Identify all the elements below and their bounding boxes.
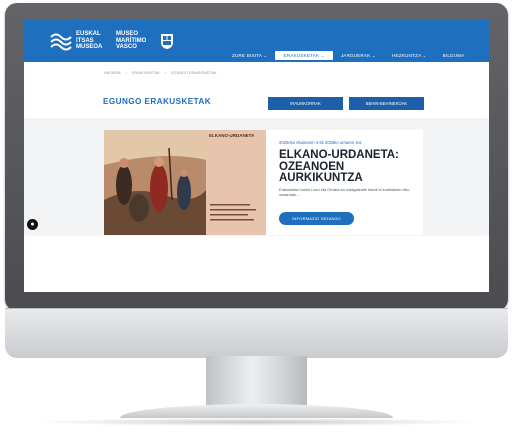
tab-permanent[interactable]: IRAUNKORRAK: [268, 97, 343, 110]
logo-text-basque: EUSKAL ITSAS MUSEOA: [76, 31, 110, 51]
breadcrumb-home-link[interactable]: HASIERA: [104, 71, 121, 75]
exhibition-title: ELKANO-URDANETA: OZEANOEN AURKIKUNTZA: [279, 149, 419, 185]
site-header: EUSKAL ITSAS MUSEOA MUSEO MARÍTIMO VASCO…: [24, 20, 489, 62]
breadcrumb-separator: ›: [164, 71, 166, 75]
more-info-button[interactable]: INFORMAZIO GEHIAGO: [279, 212, 354, 225]
wave-logo-icon: [50, 33, 72, 51]
nav-item-bilduma[interactable]: BILDUMA: [435, 51, 473, 60]
breadcrumb-separator: ›: [125, 71, 127, 75]
museum-logo[interactable]: EUSKAL ITSAS MUSEOA MUSEO MARÍTIMO VASCO: [50, 29, 174, 53]
logo-line: VASCO: [116, 44, 137, 51]
exhibition-dates: 2025eko ekainaren 4-tik 2026ko urriaren …: [279, 140, 362, 145]
nav-item-zure-bisita[interactable]: ZURE BISITA ⌄: [224, 51, 275, 60]
page-title: EGUNGO ERAKUSKETAK: [103, 97, 212, 106]
nav-item-jarduerak[interactable]: JARDUERAK ⌄: [333, 51, 384, 60]
tab-temporary[interactable]: BEHIN-BEHINEKOAK: [349, 97, 424, 110]
exhibition-title-line: ELKANO-URDANETA:: [279, 149, 399, 161]
breadcrumb-current: EGUNGO ERAKUSKETAK: [170, 71, 217, 75]
monitor-stand-neck: [206, 356, 307, 408]
exhibition-card: 2025eko ekainaren 4-tik 2026ko urriaren …: [266, 130, 423, 235]
nav-item-hezkuntza[interactable]: HEZKUNTZA ⌄: [384, 51, 435, 60]
monitor-chin: [5, 308, 508, 358]
nav-item-erakusketak[interactable]: ERAKUSKETAK ⌄: [275, 51, 333, 60]
exhibition-description: Erakusketa honek Lezo eta Ordizia-ko nab…: [279, 187, 410, 197]
main-navigation: ZURE BISITA ⌄ ERAKUSKETAK ⌄ JARDUERAK ⌄ …: [224, 51, 472, 60]
monitor-stand-base: [120, 404, 393, 418]
painting-illustration: ELKANO-URDANETA: [104, 130, 266, 235]
logo-text-spanish: MUSEO MARÍTIMO VASCO: [116, 31, 154, 51]
coat-of-arms-icon: [161, 33, 173, 49]
exhibition-poster-image[interactable]: ELKANO-URDANETA: [104, 130, 266, 235]
poster-heading: ELKANO-URDANETA: [209, 133, 255, 138]
logo-line: MUSEOA: [76, 44, 103, 51]
monitor-screen: EUSKAL ITSAS MUSEOA MUSEO MARÍTIMO VASCO…: [24, 20, 489, 292]
exhibition-title-line: AURKIKUNTZA: [279, 172, 363, 184]
accessibility-icon[interactable]: ●: [27, 219, 38, 230]
breadcrumb-exhibitions-link[interactable]: ERAKUSKETAK: [132, 71, 160, 75]
stand-shadow: [30, 418, 483, 426]
breadcrumb: HASIERA › ERAKUSKETAK › EGUNGO ERAKUSKET…: [104, 71, 217, 75]
